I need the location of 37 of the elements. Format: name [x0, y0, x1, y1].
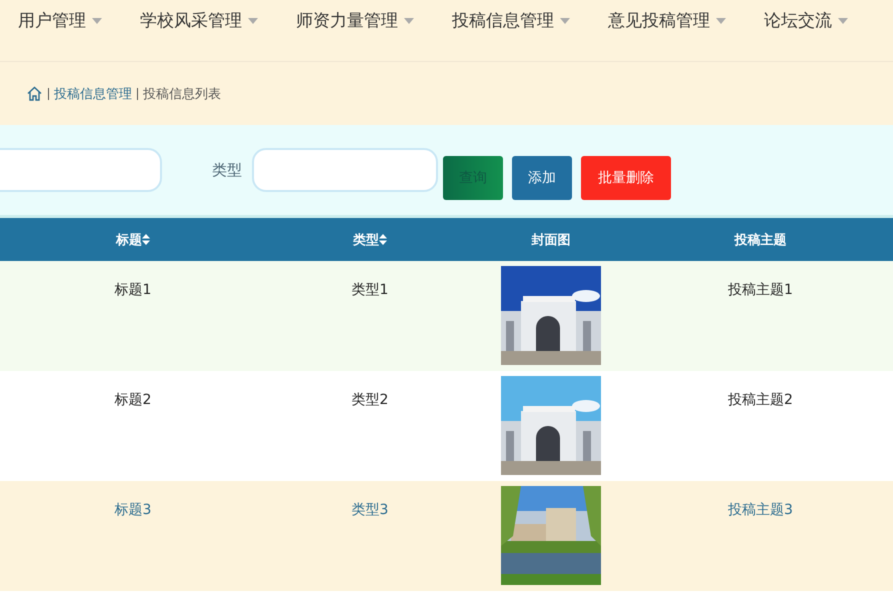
- nav-menu-item[interactable]: 意见投稿管理: [608, 0, 726, 32]
- breadcrumb-link[interactable]: 投稿信息管理: [54, 84, 132, 102]
- home-icon[interactable]: [27, 86, 42, 101]
- caret-icon: [838, 18, 848, 24]
- column-header[interactable]: 标题: [0, 230, 266, 248]
- caret-icon: [560, 18, 570, 24]
- nav-menu-item[interactable]: 用户管理: [18, 0, 102, 32]
- input-field[interactable]: [0, 148, 162, 192]
- column-header: 投稿主题: [733, 232, 788, 248]
- table-row[interactable]: 标题1 类型1 投稿主题1: [0, 261, 893, 371]
- table-row[interactable]: 标题3 类型3 投稿主题3: [0, 481, 893, 591]
- nav-menu-item[interactable]: 论坛交流: [764, 0, 848, 32]
- sort-icon: [379, 234, 387, 245]
- table-cell-text: 类型2: [350, 391, 390, 410]
- breadcrumb-current: 投稿信息列表: [143, 86, 221, 102]
- caret-icon: [716, 18, 726, 24]
- table-cell-text: 投稿主题2: [727, 391, 794, 410]
- add-button[interactable]: 添加: [512, 156, 572, 200]
- caret-icon: [404, 18, 414, 24]
- nav-menu-item[interactable]: 师资力量管理: [296, 0, 414, 32]
- table-cell-text: 标题3: [114, 501, 152, 520]
- column-header: 封面图: [530, 232, 572, 248]
- table-cell-text: 标题2: [114, 391, 152, 410]
- sort-icon: [142, 234, 150, 245]
- table-cell-text: 标题1: [114, 281, 152, 300]
- nav-menu-item[interactable]: 投稿信息管理: [452, 0, 570, 32]
- table-cell-text: 类型1: [350, 281, 390, 300]
- caret-icon: [92, 18, 102, 24]
- caret-icon: [248, 18, 258, 24]
- column-header[interactable]: 类型: [266, 230, 474, 248]
- table-cell-text: 投稿主题1: [727, 281, 794, 300]
- input-field[interactable]: [252, 148, 438, 192]
- field-label: 类型: [212, 160, 242, 180]
- delete-button[interactable]: 批量删除: [581, 156, 671, 200]
- table-cell-text: 投稿主题3: [727, 501, 794, 520]
- nav-menu-item[interactable]: 学校风采管理: [140, 0, 258, 32]
- table-cell-text: 类型3: [350, 501, 390, 520]
